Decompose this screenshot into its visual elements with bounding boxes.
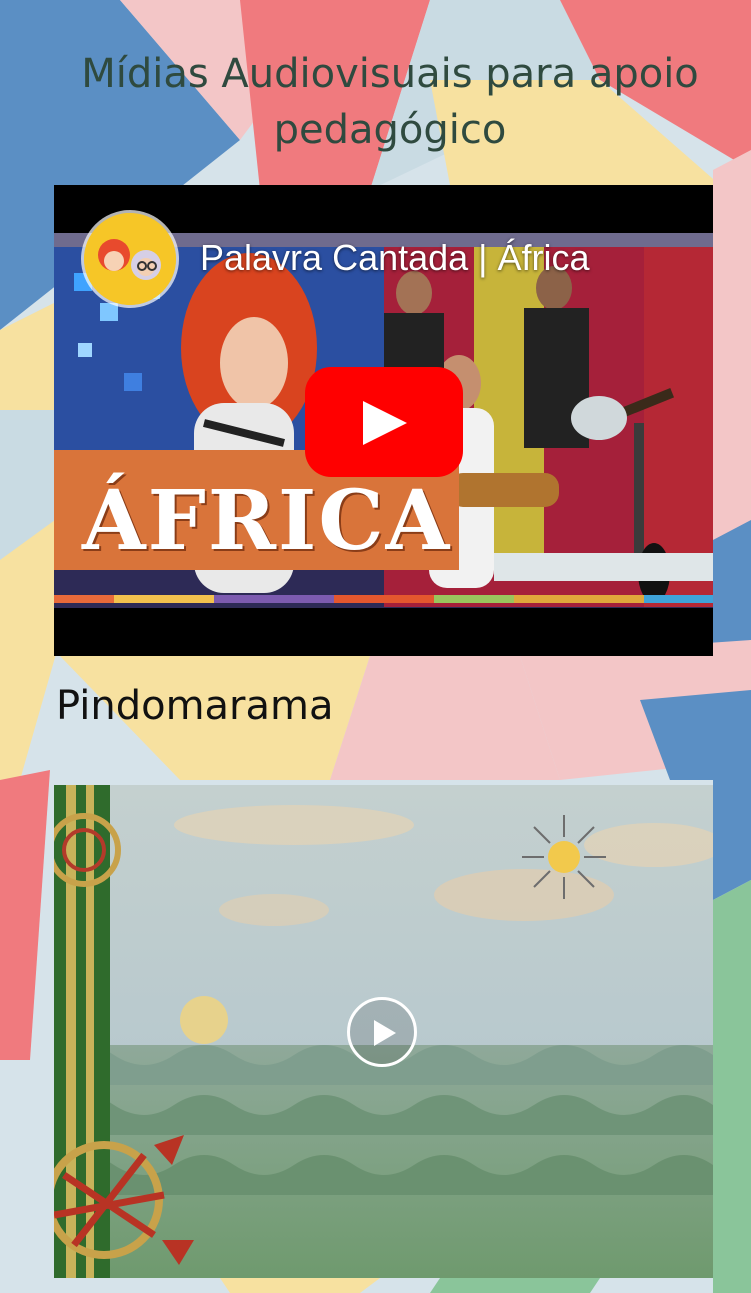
- thumbnail-title-text: ÁFRICA: [82, 473, 452, 569]
- video-title[interactable]: Palavra Cantada | África: [200, 237, 590, 279]
- video-player-pindomarama[interactable]: [54, 785, 713, 1278]
- youtube-play-icon[interactable]: [305, 367, 463, 477]
- play-circle-icon[interactable]: [347, 997, 417, 1067]
- section-title-pindomarama: Pindomarama: [56, 683, 334, 729]
- channel-avatar-icon[interactable]: [84, 213, 176, 305]
- page-title: Mídias Audiovisuais para apoio pedagógic…: [81, 51, 699, 153]
- video-player-africa[interactable]: ÁFRICA Palavra Cantada | África: [54, 185, 713, 656]
